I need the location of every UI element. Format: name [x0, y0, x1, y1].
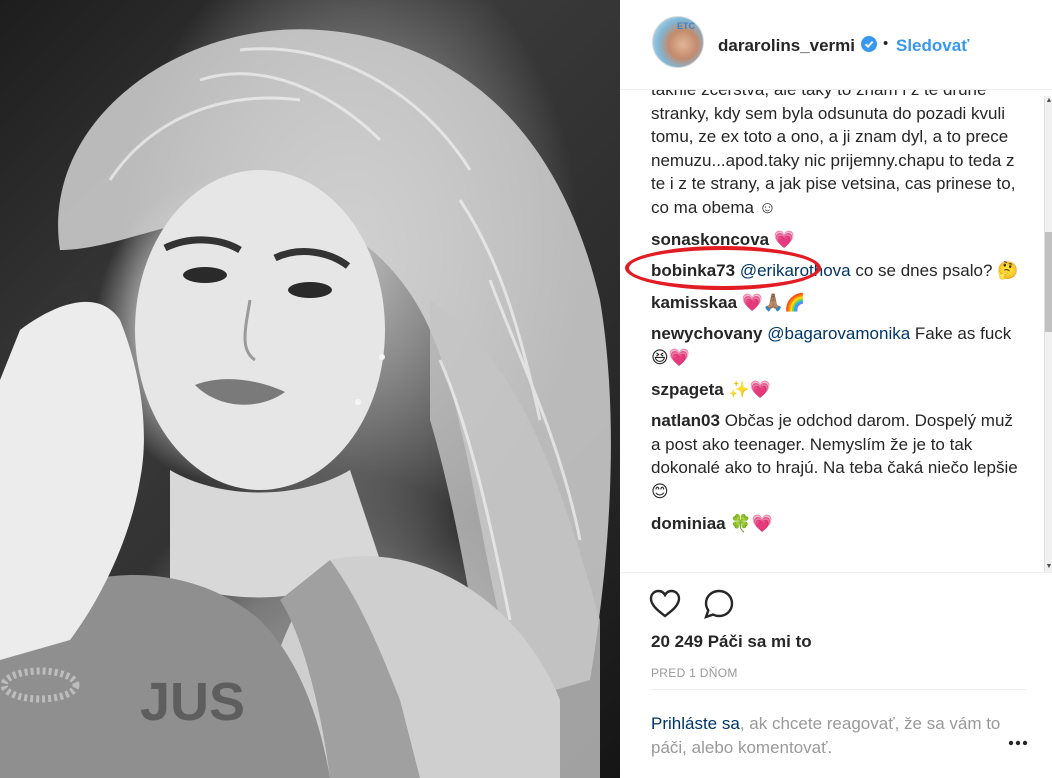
- comment-item: natlan03 Občas je odchod darom. Dospelý …: [651, 409, 1021, 503]
- post-photo: JUS: [0, 0, 620, 778]
- comment-username[interactable]: kamisskaa: [651, 293, 737, 312]
- follow-button[interactable]: Sledovať: [896, 36, 969, 56]
- login-link[interactable]: Prihláste sa: [651, 714, 740, 733]
- comment-text: ✨💗: [728, 379, 771, 399]
- comment-text: 💗🙏🏽🌈: [741, 292, 806, 312]
- verified-badge-icon: [861, 36, 877, 52]
- comment-text: co se dnes psalo? 🤔: [850, 261, 1019, 281]
- speech-bubble-icon[interactable]: [702, 587, 736, 621]
- comment-username[interactable]: natlan03: [651, 411, 720, 430]
- avatar[interactable]: ETC: [652, 16, 704, 68]
- comment-text: 💗: [773, 229, 796, 249]
- comment-item: newychovany @bagarovamonika Fake as fuck…: [651, 322, 1021, 369]
- more-options-icon[interactable]: [1006, 736, 1030, 750]
- comment-username[interactable]: szpageta: [651, 380, 724, 399]
- post-side-panel: ETC dararolins_vermi • Sledovať taknie z…: [620, 0, 1052, 778]
- comment-item: dominiaa 🍀💗: [651, 512, 1021, 536]
- heart-outline-icon[interactable]: [648, 587, 682, 621]
- scrollbar-thumb[interactable]: [1045, 232, 1052, 332]
- comment-username[interactable]: sonaskoncova: [651, 230, 769, 249]
- comment-item: sonaskoncova 💗: [651, 228, 1021, 252]
- comment-item: bobinka73 @erikarothova co se dnes psalo…: [651, 259, 1021, 283]
- comment-mention[interactable]: @erikarothova: [740, 261, 851, 280]
- username-link[interactable]: dararolins_vermi: [718, 36, 855, 56]
- header-separator: •: [883, 35, 889, 52]
- comment-username[interactable]: dominiaa: [651, 514, 726, 533]
- comment-username[interactable]: newychovany: [651, 324, 763, 343]
- login-prompt: Prihláste sa, ak chcete reagovať, že sa …: [651, 689, 1026, 760]
- comment-item: szpageta ✨💗: [651, 378, 1021, 402]
- post-header: ETC dararolins_vermi • Sledovať: [620, 0, 1052, 90]
- photo-illustration: JUS: [0, 29, 611, 778]
- post-actions: 20 249 Páči sa mi to PRED 1 DŇOM: [620, 572, 1052, 690]
- scroll-up-arrow-icon[interactable]: ▲: [1045, 96, 1052, 106]
- comments-list[interactable]: taknie zcerstva, ale taky to znam i z te…: [620, 90, 1052, 572]
- comment-item: kamisskaa 💗🙏🏽🌈: [651, 291, 1021, 315]
- svg-text:JUS: JUS: [140, 672, 245, 732]
- avatar-logo-text: ETC: [677, 21, 695, 31]
- scroll-down-arrow-icon[interactable]: ▼: [1045, 562, 1052, 572]
- comment-mention[interactable]: @bagarovamonika: [767, 324, 910, 343]
- caption-text: taknie zcerstva, ale taky to znam i z te…: [651, 90, 1016, 217]
- comment-username[interactable]: bobinka73: [651, 261, 735, 280]
- comment-text: 🍀💗: [730, 513, 773, 533]
- likes-count[interactable]: 20 249 Páči sa mi to: [651, 632, 812, 652]
- post-timestamp: PRED 1 DŇOM: [651, 666, 738, 680]
- comments-scrollbar[interactable]: ▲ ▼: [1044, 96, 1052, 572]
